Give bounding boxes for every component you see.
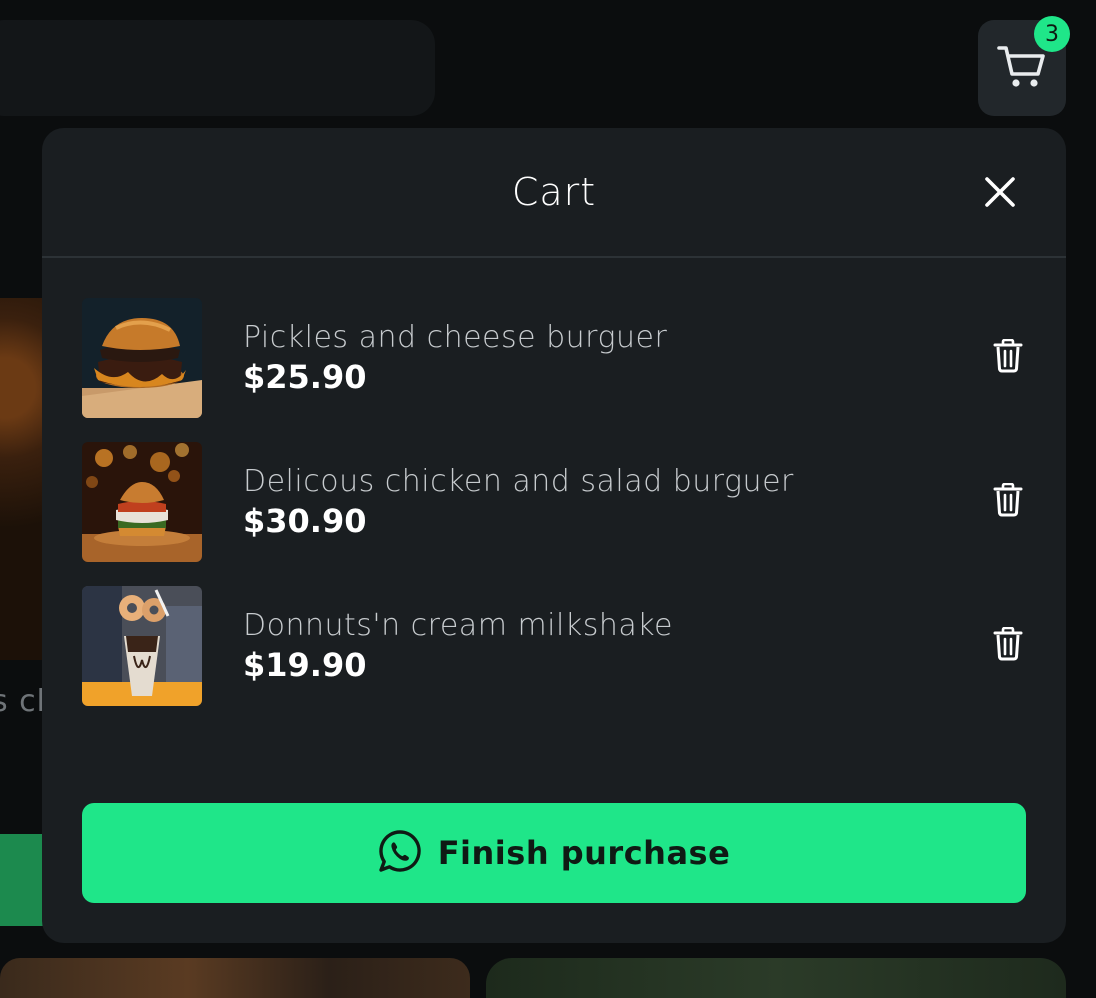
item-price: $30.90 [243, 502, 367, 540]
item-name: Pickles and cheese burguer [243, 320, 668, 355]
item-name: Donnuts'n cream milkshake [243, 608, 674, 643]
finish-purchase-button[interactable]: Finish purchase [82, 803, 1026, 903]
trash-icon [993, 482, 1023, 521]
modal-header: Cart [42, 128, 1066, 258]
remove-item-button[interactable] [990, 338, 1026, 377]
close-button[interactable] [978, 172, 1022, 216]
cart-item: Donnuts'n cream milkshake $19.90 [82, 586, 1026, 706]
cart-items-list: Pickles and cheese burguer $25.90 Delico… [82, 298, 1026, 730]
product-thumbnail [82, 442, 202, 562]
trash-icon [993, 338, 1023, 377]
item-price: $25.90 [243, 358, 367, 396]
cart-item: Delicous chicken and salad burguer $30.9… [82, 442, 1026, 562]
cart-item: Pickles and cheese burguer $25.90 [82, 298, 1026, 418]
background-product-card [486, 958, 1066, 998]
finish-purchase-label: Finish purchase [437, 834, 731, 872]
modal-title: Cart [511, 170, 597, 214]
remove-item-button[interactable] [990, 482, 1026, 521]
close-icon [984, 176, 1016, 212]
cart-icon [997, 42, 1047, 94]
product-thumbnail [82, 298, 202, 418]
remove-item-button[interactable] [990, 626, 1026, 665]
whatsapp-icon [378, 829, 422, 877]
cart-count-badge: 3 [1034, 16, 1070, 52]
item-name: Delicous chicken and salad burguer [243, 464, 794, 499]
item-price: $19.90 [243, 646, 367, 684]
background-search-bar [0, 20, 435, 116]
cart-modal: Cart Pickles and cheese burguer $25.90 D… [42, 128, 1066, 943]
product-thumbnail [82, 586, 202, 706]
background-product-card [0, 958, 470, 998]
trash-icon [993, 626, 1023, 665]
